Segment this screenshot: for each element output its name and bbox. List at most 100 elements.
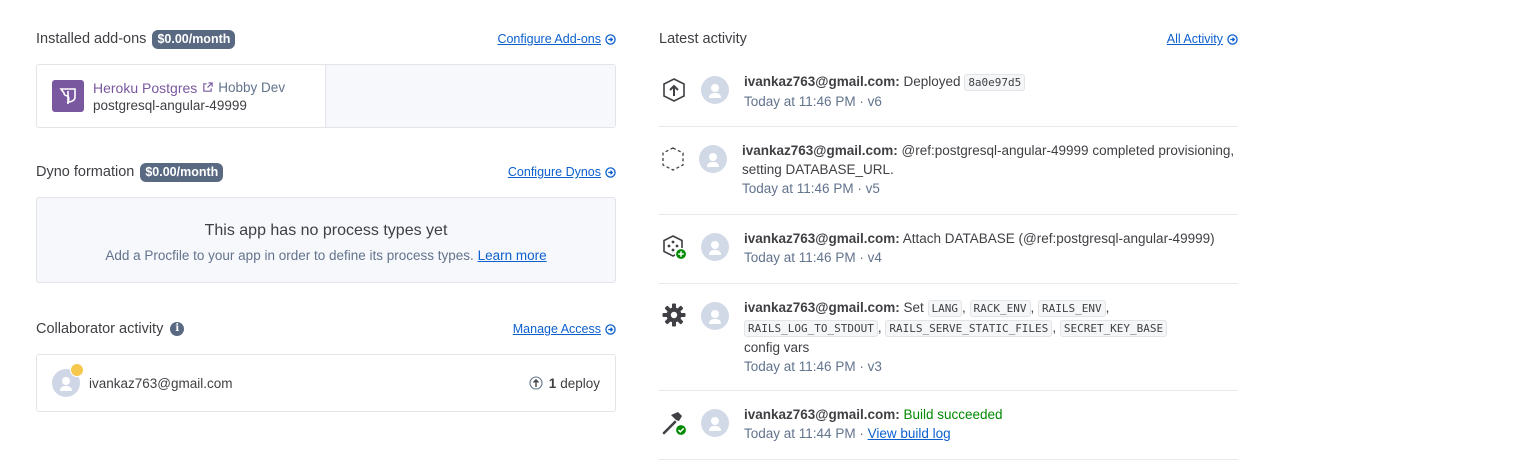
external-link-icon[interactable]	[202, 82, 213, 93]
avatar	[701, 302, 729, 330]
addons-title: Installed add-ons $0.00/month	[36, 29, 236, 49]
arrow-circle-icon	[605, 323, 616, 335]
activity-item: ivankaz763@gmail.com: Set LANG, RACK_ENV…	[659, 284, 1238, 391]
activity-item: ivankaz763@gmail.com: Deployed 8a0e97d5 …	[659, 58, 1238, 127]
addon-card-empty-area	[326, 65, 615, 127]
activity-text: Deployed	[903, 74, 961, 89]
configure-addons-link[interactable]: Configure Add-ons	[497, 32, 616, 46]
config-var: RAILS_SERVE_STATIC_FILES	[885, 320, 1053, 337]
addons-header: Installed add-ons $0.00/month Configure …	[36, 28, 616, 50]
activity-user: ivankaz763@gmail.com:	[744, 407, 900, 422]
activity-icon-cell	[659, 127, 687, 214]
build-status: Build succeeded	[903, 407, 1003, 422]
configure-addons-label: Configure Add-ons	[497, 32, 601, 46]
user-icon	[707, 153, 719, 167]
activity-text: Attach DATABASE (@ref:postgresql-angular…	[902, 231, 1215, 246]
config-var: RACK_ENV	[969, 300, 1031, 317]
collaborators-section: Collaborator activity i Manage Access iv…	[36, 318, 616, 412]
collaborator-email: ivankaz763@gmail.com	[89, 375, 233, 391]
activity-user: ivankaz763@gmail.com:	[744, 74, 900, 89]
collaborator-row: ivankaz763@gmail.com 1 deploy	[36, 354, 616, 412]
activity-icon-cell	[659, 391, 689, 459]
gear-icon	[662, 303, 686, 327]
activity-time: Today at 11:44 PM ·	[744, 426, 864, 441]
activity-title: Latest activity	[659, 31, 747, 47]
dynos-empty-text: Add a Procfile to your app in order to d…	[37, 248, 615, 263]
activity-time: Today at 11:46 PM · v4	[744, 250, 882, 265]
config-var: RAILS_LOG_TO_STDOUT	[744, 320, 878, 337]
config-var: SECRET_KEY_BASE	[1059, 320, 1168, 337]
activity-time-row: Today at 11:44 PM · View build log	[744, 424, 1003, 443]
activity-icon-cell	[659, 215, 689, 283]
configure-dynos-label: Configure Dynos	[507, 165, 601, 179]
learn-more-link[interactable]: Learn more	[478, 248, 547, 263]
activity-body: ivankaz763@gmail.com: @ref:postgresql-an…	[742, 127, 1238, 214]
activity-body: ivankaz763@gmail.com: Attach DATABASE (@…	[744, 215, 1215, 283]
manage-access-link[interactable]: Manage Access	[513, 322, 616, 336]
deploy-count: 1	[548, 375, 557, 391]
user-icon	[709, 310, 721, 324]
activity-text: Set	[903, 300, 924, 315]
dynos-empty-description: Add a Procfile to your app in order to d…	[105, 248, 474, 263]
addons-price-badge: $0.00/month	[152, 29, 236, 49]
collaborators-title-text: Collaborator activity	[36, 321, 164, 337]
activity-body: ivankaz763@gmail.com: Deployed 8a0e97d5 …	[744, 58, 1026, 126]
owner-crown-icon	[70, 363, 84, 377]
addon-name-link[interactable]: Heroku Postgres	[93, 80, 197, 96]
dynos-header: Dyno formation $0.00/month Configure Dyn…	[36, 161, 616, 183]
activity-time: Today at 11:46 PM · v6	[744, 94, 882, 109]
dynos-title: Dyno formation $0.00/month	[36, 162, 224, 182]
activity-time: Today at 11:46 PM · v5	[742, 181, 880, 196]
activity-user: ivankaz763@gmail.com:	[744, 300, 900, 315]
collaborator-deploys: 1 deploy	[529, 376, 600, 391]
addon-card: Heroku Postgres Hobby Dev postgresql-ang…	[36, 64, 616, 128]
avatar	[701, 76, 729, 104]
addon-item[interactable]: Heroku Postgres Hobby Dev postgresql-ang…	[37, 65, 326, 127]
activity-icon-cell	[659, 284, 689, 390]
provisioning-icon	[662, 147, 684, 171]
manage-access-label: Manage Access	[512, 322, 601, 336]
deploy-icon	[529, 376, 543, 390]
dynos-price-badge: $0.00/month	[140, 162, 224, 182]
dynos-empty-title: This app has no process types yet	[204, 222, 448, 239]
addon-name-row: Heroku Postgres Hobby Dev	[93, 80, 285, 96]
build-icon	[662, 412, 688, 437]
activity-list: ivankaz763@gmail.com: Deployed 8a0e97d5 …	[659, 58, 1238, 460]
user-icon	[60, 377, 72, 391]
user-icon	[709, 241, 721, 255]
attach-addon-icon	[663, 235, 688, 261]
config-var: LANG	[927, 300, 963, 317]
commit-hash: 8a0e97d5	[964, 74, 1026, 91]
avatar	[701, 233, 729, 261]
activity-icon-cell	[659, 58, 689, 126]
all-activity-link[interactable]: All Activity	[1167, 32, 1238, 46]
collaborator-info: ivankaz763@gmail.com	[52, 363, 233, 397]
activity-item: ivankaz763@gmail.com: Attach DATABASE (@…	[659, 215, 1238, 284]
info-icon[interactable]: i	[170, 322, 185, 336]
all-activity-label: All Activity	[1166, 32, 1223, 46]
deploy-label: deploy	[560, 375, 600, 391]
activity-user: ivankaz763@gmail.com:	[744, 231, 900, 246]
arrow-circle-icon	[1227, 33, 1238, 45]
dynos-empty-state: This app has no process types yet Add a …	[36, 197, 616, 283]
avatar	[52, 363, 84, 397]
dynos-section: Dyno formation $0.00/month Configure Dyn…	[36, 161, 616, 283]
activity-header: Latest activity All Activity	[659, 28, 1238, 50]
addons-title-text: Installed add-ons	[36, 31, 147, 47]
activity-time: Today at 11:46 PM · v3	[744, 359, 882, 374]
collaborators-header: Collaborator activity i Manage Access	[36, 318, 616, 340]
activity-user: ivankaz763@gmail.com:	[742, 143, 898, 158]
postgres-logo-icon	[52, 80, 84, 112]
collaborators-title: Collaborator activity i	[36, 321, 185, 337]
activity-text-after: config vars	[744, 340, 810, 355]
addons-section: Installed add-ons $0.00/month Configure …	[36, 28, 616, 128]
activity-body: ivankaz763@gmail.com: Build succeeded To…	[744, 391, 1003, 459]
view-build-log-link[interactable]: View build log	[868, 426, 951, 441]
avatar	[699, 145, 727, 173]
configure-dynos-link[interactable]: Configure Dynos	[508, 165, 616, 179]
arrow-circle-icon	[605, 166, 616, 178]
activity-item: ivankaz763@gmail.com: Build succeeded To…	[659, 391, 1238, 460]
activity-body: ivankaz763@gmail.com: Set LANG, RACK_ENV…	[744, 284, 1168, 390]
activity-item: ivankaz763@gmail.com: @ref:postgresql-an…	[659, 127, 1238, 215]
arrow-circle-icon	[605, 33, 616, 45]
